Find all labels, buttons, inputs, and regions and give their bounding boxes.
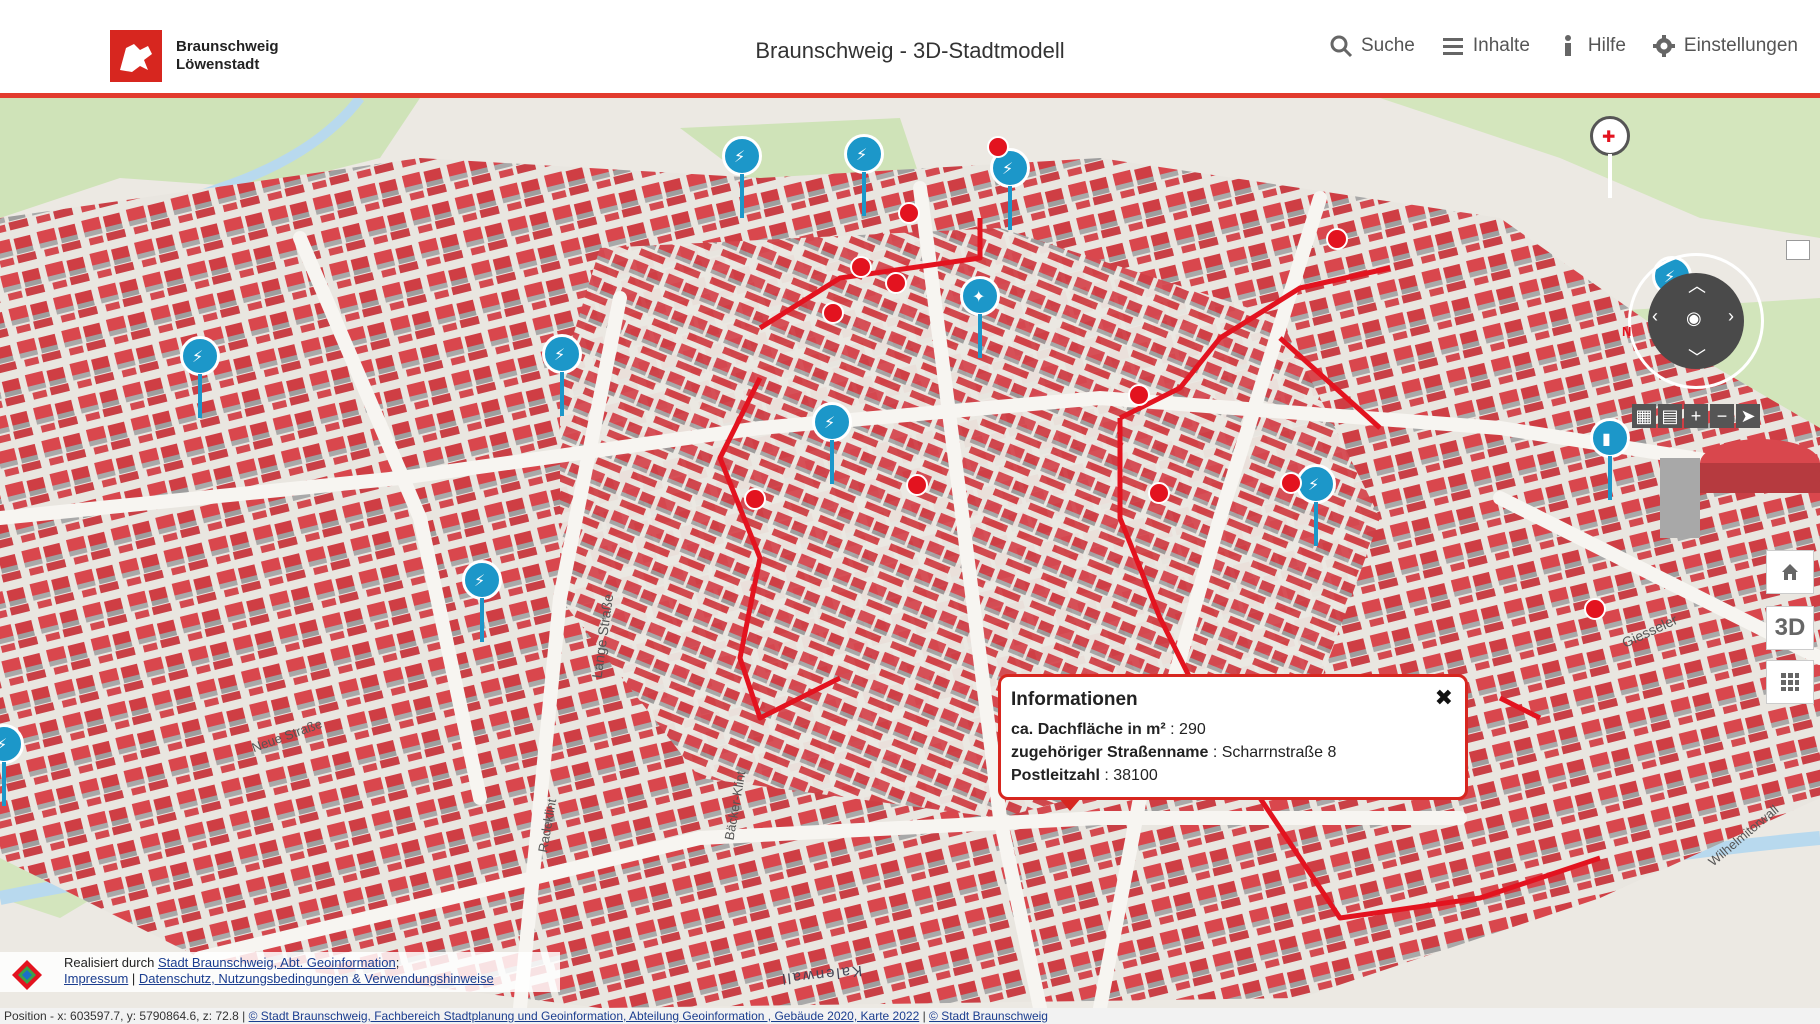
popup-row: ca. Dachfläche in m² : 290 <box>1011 721 1206 739</box>
charging-station-icon: ⚡ <box>824 415 836 432</box>
tilt-up-icon[interactable]: ︿ <box>1688 272 1706 298</box>
map-3d-view[interactable]: Lange Straße Radeklint Bäcker-Klint Gies… <box>0 98 1820 1008</box>
status-separator: | <box>919 1009 930 1023</box>
poi-marker[interactable] <box>1148 482 1170 504</box>
attribution-panel: Realisiert durch Stadt Braunschweig, Abt… <box>0 952 560 992</box>
charging-station-pin[interactable]: ⚡ <box>0 724 24 806</box>
map-toolbar: ▦ ▤ + − ➤ <box>1632 404 1760 428</box>
home-icon <box>1782 564 1798 580</box>
popup-row: Postleitzahl : 38100 <box>1011 767 1158 785</box>
gear-icon <box>1652 35 1675 57</box>
calendar-icon[interactable]: ▤ <box>1658 404 1682 428</box>
status-bar: Position - x: 603597.7, y: 5790864.6, z:… <box>0 1008 1820 1024</box>
charging-station-icon: ⚡ <box>474 573 486 590</box>
charging-station-pin[interactable]: ⚡ <box>812 402 852 484</box>
first-aid-pin[interactable]: ✚ <box>1590 116 1630 198</box>
charging-station-pin[interactable]: ⚡ <box>990 148 1030 230</box>
search-label: Suche <box>1360 35 1415 56</box>
city-model-canvas <box>0 98 1820 1008</box>
contents-button[interactable]: Inhalte <box>1441 34 1530 58</box>
search-button[interactable]: Suche <box>1329 34 1415 58</box>
settings-label: Einstellungen <box>1683 35 1798 56</box>
close-icon[interactable]: ✖ <box>1435 685 1453 711</box>
privacy-terms-link[interactable]: Datenschutz, Nutzungsbedingungen & Verwe… <box>139 971 494 986</box>
north-indicator: N <box>1622 324 1632 339</box>
attribution-line2: Impressum | Datenschutz, Nutzungsbedingu… <box>64 971 494 986</box>
zoom-in-button[interactable]: + <box>1684 404 1708 428</box>
settings-button[interactable]: Einstellungen <box>1652 34 1798 58</box>
popup-title: Informationen <box>1011 689 1138 710</box>
grid-button[interactable] <box>1766 660 1814 704</box>
charging-station-pin[interactable]: ⚡ <box>462 560 502 642</box>
charging-station-icon: ⚡ <box>0 737 8 754</box>
tower-pin[interactable]: ▮ <box>1590 418 1630 500</box>
tilt-down-icon[interactable]: ﹀ <box>1688 344 1706 370</box>
popup-row: zugehöriger Straßenname : Scharrnstraße … <box>1011 744 1336 762</box>
poi-marker[interactable] <box>1128 384 1150 406</box>
poi-marker[interactable] <box>1280 472 1302 494</box>
charging-station-pin[interactable]: ⚡ <box>542 334 582 416</box>
charging-station-pin[interactable]: ⚡ <box>180 336 220 418</box>
first-aid-icon: ✚ <box>1602 129 1616 146</box>
impressum-link[interactable]: Impressum <box>64 971 128 986</box>
grid-icon <box>1781 673 1799 691</box>
help-label: Hilfe <box>1587 35 1626 56</box>
info-icon <box>1564 35 1571 56</box>
app-header: Braunschweig Löwenstadt Braunschweig - 3… <box>0 0 1820 98</box>
copyright-link-city[interactable]: © Stadt Braunschweig <box>929 1009 1048 1023</box>
copyright-link[interactable]: © Stadt Braunschweig, Fachbereich Stadtp… <box>249 1009 920 1023</box>
popup-row-value: : 38100 <box>1099 767 1158 784</box>
charging-station-icon: ⚡ <box>192 349 204 366</box>
zoom-out-button[interactable]: − <box>1710 404 1734 428</box>
poi-marker[interactable] <box>822 302 844 324</box>
menu-icon <box>1442 38 1463 55</box>
popup-row-label: Postleitzahl <box>1011 767 1100 784</box>
charging-station-icon: ⚡ <box>1002 161 1014 178</box>
poi-marker[interactable] <box>1326 228 1348 250</box>
contents-label: Inhalte <box>1472 35 1530 56</box>
attribution-prefix: Realisiert durch <box>64 955 158 970</box>
top-nav: Suche Inhalte Hilfe Einstellungen <box>1329 34 1798 58</box>
attribution-line1: Realisiert durch Stadt Braunschweig, Abt… <box>64 955 399 970</box>
charging-station-pin[interactable]: ⚡ <box>1296 464 1336 546</box>
charging-station-icon: ⚡ <box>856 147 868 164</box>
info-popup: Informationen ✖ ca. Dachfläche in m² : 2… <box>998 674 1468 800</box>
poi-marker[interactable] <box>885 272 907 294</box>
geoinformation-link[interactable]: Stadt Braunschweig, Abt. Geoinformation <box>158 955 396 970</box>
popup-row-value: : 290 <box>1165 721 1206 738</box>
poi-marker[interactable] <box>987 136 1009 158</box>
attribution-separator: | <box>128 971 139 986</box>
rotate-left-icon[interactable]: ‹ <box>1652 306 1658 327</box>
charging-station-icon: ⚡ <box>734 149 746 166</box>
charging-station-icon: ⚡ <box>554 347 566 364</box>
eye-icon[interactable]: ◉ <box>1686 308 1702 329</box>
popup-pointer <box>1058 797 1082 811</box>
home-button[interactable] <box>1766 550 1814 594</box>
info-point-pin[interactable]: ✦ <box>960 276 1000 358</box>
popup-row-label: ca. Dachfläche in m² <box>1011 721 1166 738</box>
position-readout: Position - x: 603597.7, y: 5790864.6, z:… <box>4 1009 249 1023</box>
poi-marker[interactable] <box>744 488 766 510</box>
charging-station-pin[interactable]: ⚡ <box>844 134 884 216</box>
poi-marker[interactable] <box>1584 598 1606 620</box>
charging-station-pin[interactable]: ⚡ <box>722 136 762 218</box>
poi-marker[interactable] <box>850 256 872 278</box>
locate-icon[interactable]: ➤ <box>1736 404 1760 428</box>
rotate-right-icon[interactable]: › <box>1728 306 1734 327</box>
contrast-toggle-icon[interactable] <box>1786 240 1810 260</box>
popup-row-label: zugehöriger Straßenname <box>1011 744 1209 761</box>
search-icon <box>1330 35 1353 58</box>
charging-station-icon: ⚡ <box>1308 477 1320 494</box>
attribution-separator: ; <box>395 955 400 970</box>
help-button[interactable]: Hilfe <box>1556 34 1626 58</box>
popup-row-value: : Scharrnstraße 8 <box>1208 744 1337 761</box>
tower-icon: ▮ <box>1602 431 1611 448</box>
poi-marker[interactable] <box>898 202 920 224</box>
3d-toggle-button[interactable]: 3D <box>1766 606 1814 650</box>
info-point-icon: ✦ <box>972 289 986 306</box>
layers-icon[interactable]: ▦ <box>1632 404 1656 428</box>
poi-marker[interactable] <box>906 474 928 496</box>
geoinformation-logo-icon <box>12 960 42 990</box>
